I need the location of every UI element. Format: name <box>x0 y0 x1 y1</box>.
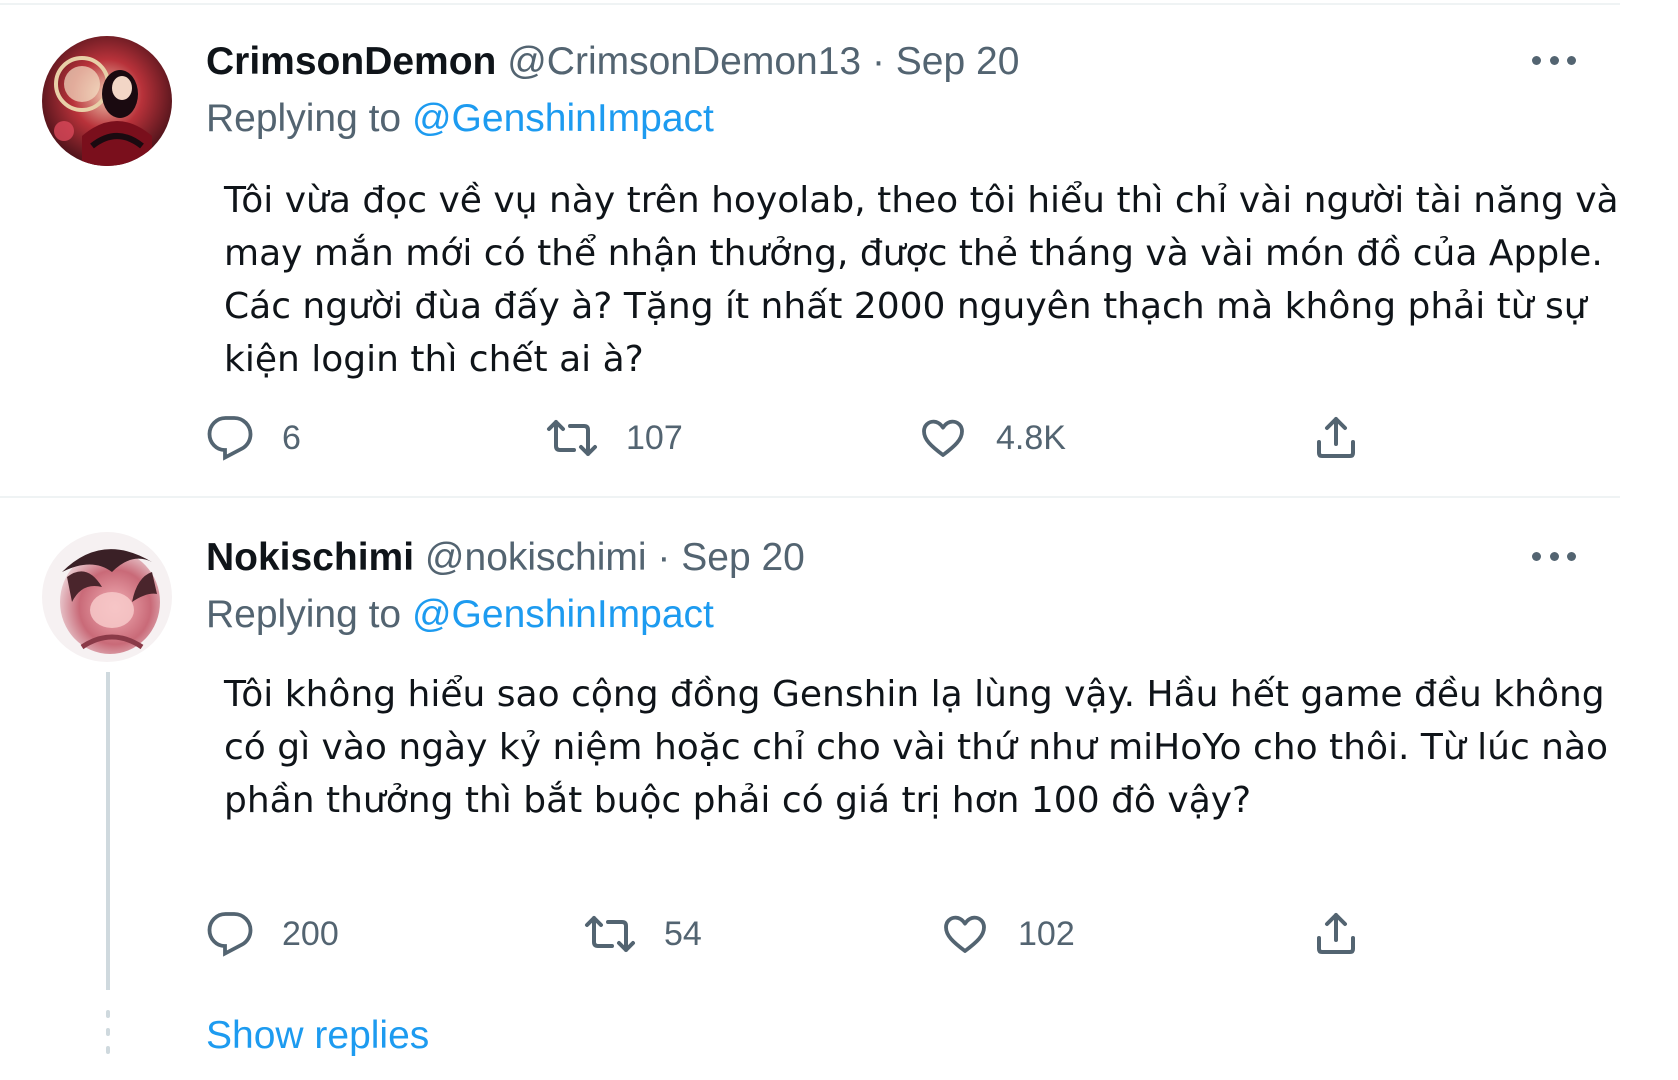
retweet-icon <box>585 916 635 952</box>
tweet[interactable]: Nokischimi @nokischimi · Sep 20 Replying… <box>0 498 1678 1080</box>
replying-to: Replying to @GenshinImpact <box>206 592 714 638</box>
tweet-header: Nokischimi @nokischimi · Sep 20 <box>206 535 805 581</box>
tweet-date[interactable]: Sep 20 <box>896 40 1020 83</box>
share-icon <box>1317 417 1355 458</box>
tweet-text: Tôi không hiểu sao cộng đồng Genshin lạ … <box>224 674 1609 821</box>
retweet-count: 54 <box>664 914 702 953</box>
like-icon <box>944 915 986 953</box>
timeline: CrimsonDemon @CrimsonDemon13 · Sep 20 Re… <box>0 0 1678 1080</box>
user-handle[interactable]: @CrimsonDemon13 <box>507 40 861 83</box>
tweet[interactable]: CrimsonDemon @CrimsonDemon13 · Sep 20 Re… <box>0 0 1678 496</box>
like-icon <box>922 419 964 457</box>
retweet-icon <box>547 420 597 456</box>
reply-button[interactable]: 200 <box>206 909 339 959</box>
thread-continuation-dots <box>106 1010 110 1070</box>
tweet-header: CrimsonDemon @CrimsonDemon13 · Sep 20 <box>206 39 1019 85</box>
reply-icon <box>207 912 253 957</box>
like-count: 102 <box>1018 914 1075 953</box>
user-handle[interactable]: @nokischimi <box>425 536 647 579</box>
avatar[interactable] <box>42 532 172 662</box>
tweet-date[interactable]: Sep 20 <box>681 536 805 579</box>
mention-link[interactable]: @GenshinImpact <box>412 97 714 140</box>
replying-to: Replying to @GenshinImpact <box>206 96 714 142</box>
separator: · <box>871 40 885 83</box>
like-button[interactable]: 102 <box>940 909 1075 959</box>
replying-to-label: Replying to <box>206 97 402 140</box>
thread-line <box>106 672 110 990</box>
retweet-count: 107 <box>626 418 683 457</box>
tweet-text: Tôi vừa đọc về vụ này trên hoyolab, theo… <box>224 180 1619 380</box>
show-replies-link[interactable]: Show replies <box>206 1013 429 1059</box>
share-button[interactable] <box>1312 909 1360 959</box>
retweet-button[interactable]: 54 <box>584 909 702 959</box>
reply-count: 200 <box>282 914 339 953</box>
reply-button[interactable]: 6 <box>206 413 301 463</box>
reply-count: 6 <box>282 418 301 457</box>
separator: · <box>657 536 671 579</box>
mention-link[interactable]: @GenshinImpact <box>412 593 714 636</box>
share-button[interactable] <box>1312 413 1360 463</box>
display-name[interactable]: Nokischimi <box>206 536 414 579</box>
display-name[interactable]: CrimsonDemon <box>206 40 496 83</box>
retweet-button[interactable]: 107 <box>546 413 683 463</box>
like-button[interactable]: 4.8K <box>918 413 1066 463</box>
avatar[interactable] <box>42 36 172 166</box>
reply-icon <box>207 416 253 461</box>
like-count: 4.8K <box>996 418 1066 457</box>
share-icon <box>1317 913 1355 954</box>
more-icon[interactable] <box>1532 544 1576 568</box>
replying-to-label: Replying to <box>206 593 402 636</box>
more-icon[interactable] <box>1532 48 1576 72</box>
